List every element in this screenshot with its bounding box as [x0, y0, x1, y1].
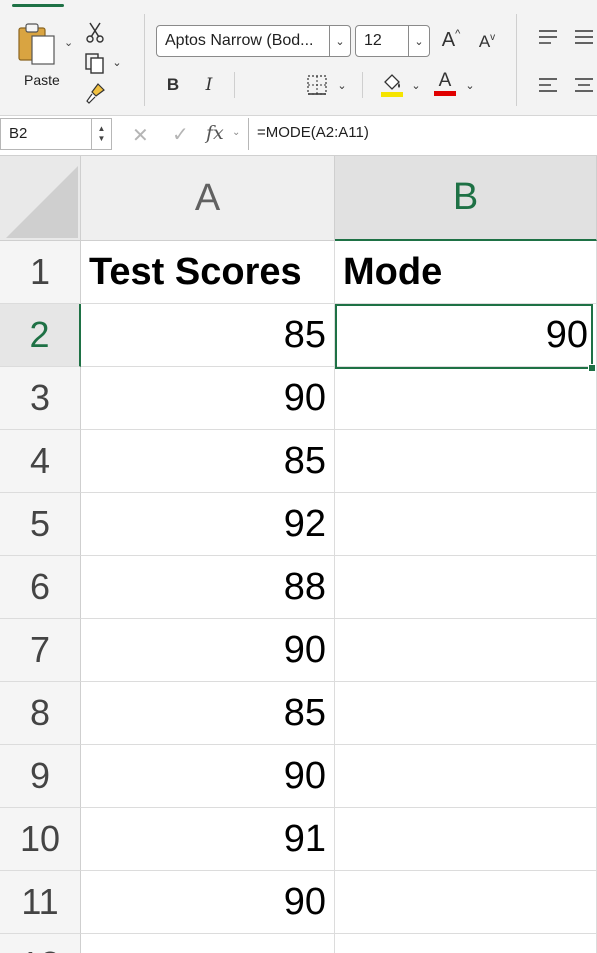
ribbon-separator — [516, 14, 517, 106]
align-center-icon[interactable] — [572, 74, 596, 96]
row-header-4[interactable]: 4 — [0, 430, 81, 493]
bold-icon: B — [166, 75, 180, 94]
cell-a5[interactable]: 92 — [81, 493, 335, 556]
clipboard-icon — [18, 23, 55, 65]
cell-b11[interactable] — [335, 871, 597, 934]
cell-b5[interactable] — [335, 493, 597, 556]
row-header-7[interactable]: 7 — [0, 619, 81, 682]
select-all-corner[interactable] — [0, 156, 81, 241]
copy-icon[interactable] — [82, 50, 108, 76]
increase-font-size-button[interactable]: A ^ — [438, 26, 464, 54]
ribbon-separator — [234, 72, 235, 98]
fill-color-swatch — [381, 92, 403, 97]
borders-icon[interactable] — [304, 72, 330, 98]
cell-a10[interactable]: 91 — [81, 808, 335, 871]
cut-icon[interactable] — [84, 20, 106, 44]
row-header-1[interactable]: 1 — [0, 241, 81, 304]
font-color-icon: A — [438, 69, 452, 91]
font-color-swatch — [434, 90, 456, 96]
cancel-icon[interactable]: ✕ — [132, 123, 149, 148]
formula-text: =MODE(A2:A11) — [257, 124, 369, 141]
row-header-5[interactable]: 5 — [0, 493, 81, 556]
column-header-a[interactable]: A — [81, 156, 335, 241]
cell-a12[interactable] — [81, 934, 335, 953]
row-header-11[interactable]: 11 — [0, 871, 81, 934]
cell-a11[interactable]: 90 — [81, 871, 335, 934]
row-header-10[interactable]: 10 — [0, 808, 81, 871]
cell-b1[interactable]: Mode — [335, 241, 597, 304]
italic-button[interactable]: I — [196, 72, 222, 98]
format-painter-icon[interactable] — [83, 80, 109, 106]
cell-b9[interactable] — [335, 745, 597, 808]
formula-controls: ✕ ✓ fx ⌄ — [118, 118, 246, 150]
copy-dropdown-chevron-icon[interactable]: ⌄ — [110, 54, 124, 70]
paste-button[interactable]: ⌄ Paste — [14, 22, 76, 92]
home-tab-indicator — [12, 4, 64, 7]
row-header-9[interactable]: 9 — [0, 745, 81, 808]
name-box-stepper-icon[interactable]: ▲ ▼ — [91, 119, 111, 149]
cell-b8[interactable] — [335, 682, 597, 745]
paste-label: Paste — [24, 72, 60, 88]
cell-b6[interactable] — [335, 556, 597, 619]
borders-chevron-icon[interactable]: ⌄ — [334, 76, 350, 94]
font-name-value: Aptos Narrow (Bod... — [165, 32, 314, 49]
cell-a3[interactable]: 90 — [81, 367, 335, 430]
ribbon-separator — [362, 72, 363, 98]
cell-b7[interactable] — [335, 619, 597, 682]
enter-check-icon[interactable]: ✓ — [172, 122, 189, 147]
row-header-2[interactable]: 2 — [0, 304, 81, 367]
font-color-chevron-icon[interactable]: ⌄ — [462, 76, 478, 94]
fill-handle[interactable] — [588, 364, 596, 372]
row-header-6[interactable]: 6 — [0, 556, 81, 619]
align-top-icon[interactable] — [536, 26, 560, 48]
cell-b10[interactable] — [335, 808, 597, 871]
cell-b2[interactable]: 90 — [335, 304, 597, 367]
font-color-button[interactable]: A — [432, 68, 458, 98]
fill-color-button[interactable] — [378, 70, 406, 98]
function-chevron-icon[interactable]: ⌄ — [232, 127, 240, 138]
cell-a9[interactable]: 90 — [81, 745, 335, 808]
font-name-dropdown[interactable]: Aptos Narrow (Bod... ⌄ — [156, 25, 351, 57]
italic-icon: I — [205, 75, 213, 95]
cell-b4[interactable] — [335, 430, 597, 493]
ribbon-separator — [144, 14, 145, 106]
shrink-font-icon: A — [478, 32, 491, 51]
name-box-value: B2 — [9, 125, 28, 142]
column-header-b[interactable]: B — [335, 156, 597, 241]
paste-dropdown-chevron-icon[interactable]: ⌄ — [64, 36, 73, 49]
bold-button[interactable]: B — [160, 72, 186, 98]
cell-b12[interactable] — [335, 934, 597, 953]
decrease-font-size-button[interactable]: Av — [474, 28, 500, 56]
cell-a6[interactable]: 88 — [81, 556, 335, 619]
cell-a1[interactable]: Test Scores — [81, 241, 335, 304]
formula-bar: B2 ▲ ▼ ✕ ✓ fx ⌄ =MODE(A2:A11) — [0, 116, 597, 156]
align-middle-icon[interactable] — [572, 26, 596, 48]
grow-font-icon: A — [441, 28, 456, 51]
formula-input[interactable]: =MODE(A2:A11) — [248, 118, 597, 150]
cell-a7[interactable]: 90 — [81, 619, 335, 682]
font-name-chevron-icon[interactable]: ⌄ — [329, 26, 350, 56]
spreadsheet-grid: A B 1 Test Scores Mode 2 85 90 3 90 4 85 5 92 6 88 7 90… — [0, 156, 597, 953]
insert-function-button[interactable]: fx — [206, 122, 224, 144]
font-size-chevron-icon[interactable]: ⌄ — [408, 26, 429, 56]
caret-down-icon: v — [490, 31, 496, 43]
row-header-12[interactable]: 12 — [0, 934, 81, 953]
name-box[interactable]: B2 ▲ ▼ — [0, 118, 112, 150]
fill-color-chevron-icon[interactable]: ⌄ — [408, 76, 424, 94]
align-left-icon[interactable] — [536, 74, 560, 96]
row-header-8[interactable]: 8 — [0, 682, 81, 745]
cell-a2[interactable]: 85 — [81, 304, 335, 367]
ribbon: ⌄ Paste ⌄ Aptos Narrow (Bod... ⌄ 12 ⌄ A ^… — [0, 0, 597, 116]
cell-a4[interactable]: 85 — [81, 430, 335, 493]
row-header-3[interactable]: 3 — [0, 367, 81, 430]
font-size-value: 12 — [364, 32, 382, 49]
cell-a8[interactable]: 85 — [81, 682, 335, 745]
font-size-dropdown[interactable]: 12 ⌄ — [355, 25, 430, 57]
cell-b3[interactable] — [335, 367, 597, 430]
caret-up-icon: ^ — [455, 28, 461, 40]
